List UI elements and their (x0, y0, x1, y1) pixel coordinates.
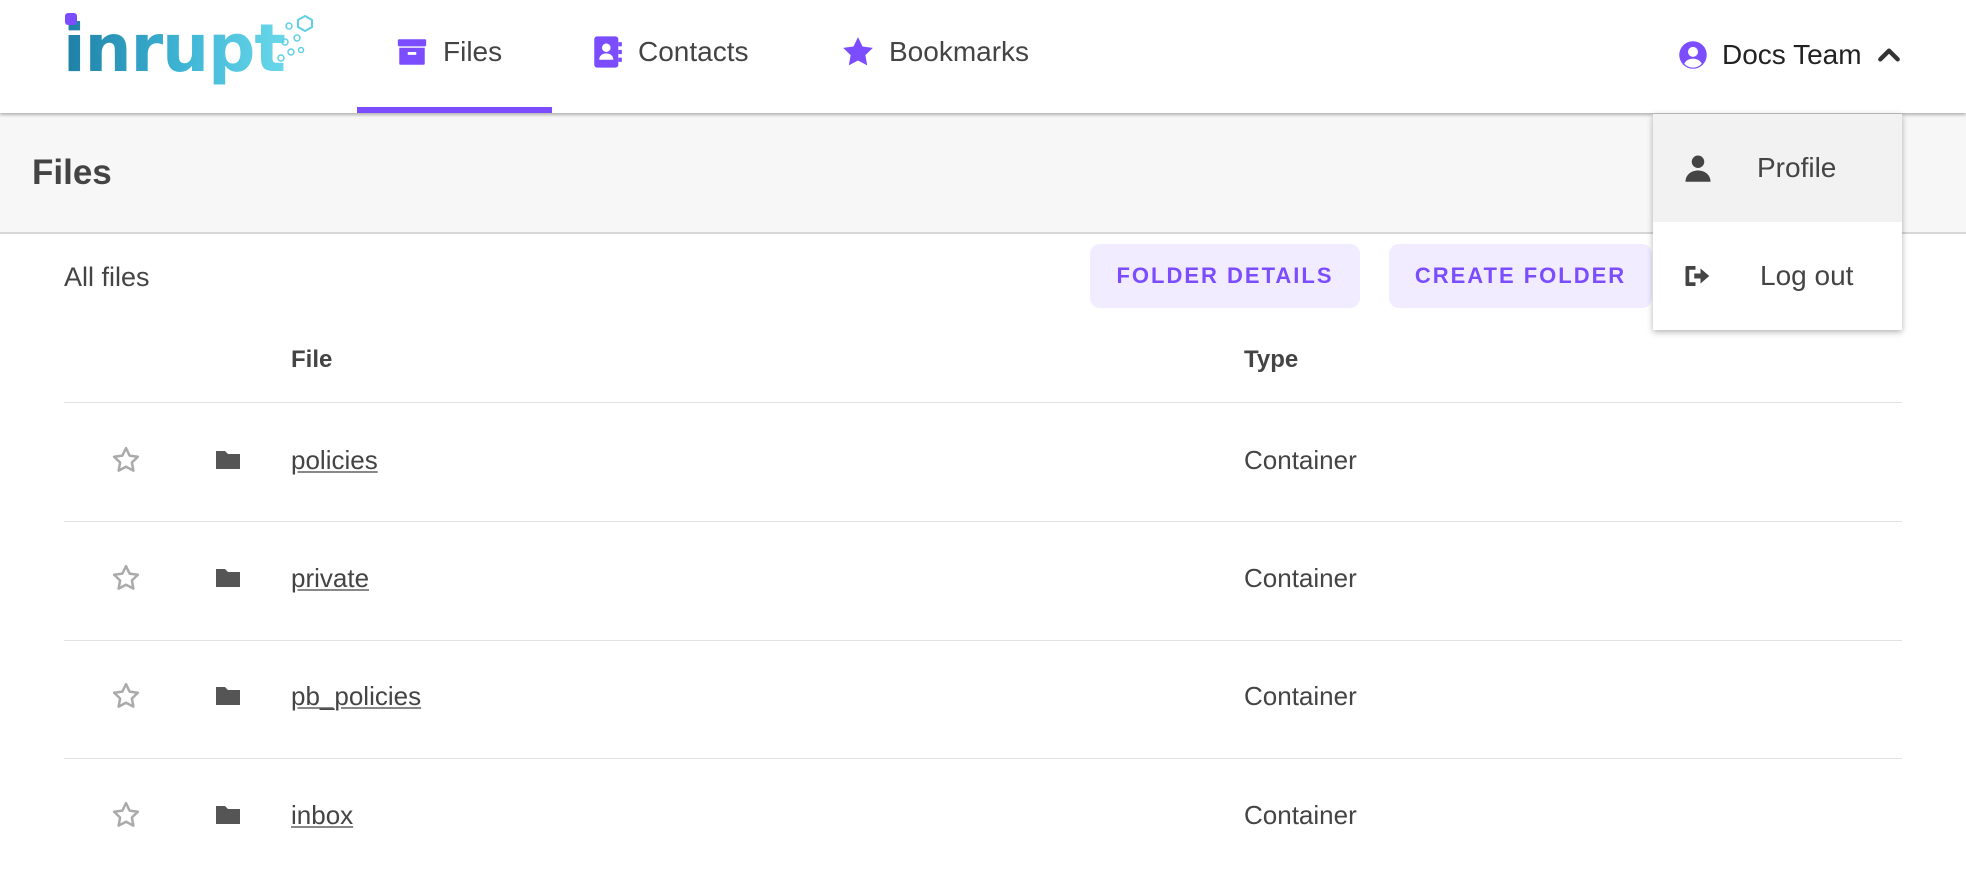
user-icon (1685, 155, 1711, 182)
folder-icon (216, 687, 240, 705)
bookmark-star-icon[interactable] (111, 563, 141, 593)
column-header-file[interactable]: File (291, 346, 332, 374)
bookmark-star-icon[interactable] (111, 800, 141, 830)
user-menu-button[interactable]: Docs Team (1678, 32, 1902, 78)
file-type: Container (1244, 681, 1357, 711)
chevron-up-icon (1877, 48, 1900, 62)
star-icon (843, 36, 873, 65)
folder-icon (216, 806, 240, 824)
menu-item-log-out[interactable]: Log out (1653, 222, 1902, 330)
tab-contacts-label: Contacts (638, 35, 749, 67)
bookmark-star-icon[interactable] (111, 445, 141, 475)
logo-bubbles-icon (277, 14, 313, 62)
inrupt-logo[interactable]: inrupt (63, 10, 313, 88)
address-book-icon (594, 35, 622, 68)
menu-item-log-out-label: Log out (1760, 260, 1854, 291)
file-type: Container (1244, 445, 1357, 475)
file-link[interactable]: inbox (291, 800, 353, 831)
page-title: Files (32, 153, 112, 192)
tab-files-label: Files (443, 35, 503, 67)
folder-details-button[interactable]: FOLDER DETAILS (1090, 244, 1360, 308)
column-header-type[interactable]: Type (1244, 346, 1298, 374)
file-link[interactable]: private (291, 563, 369, 594)
archive-box-icon (397, 38, 427, 65)
table-row: inbox Container (0, 759, 1966, 877)
breadcrumb: All files (64, 262, 150, 292)
table-divider (64, 402, 1902, 403)
file-link[interactable]: policies (291, 445, 378, 476)
top-navbar: inrupt Files Contacts Bookmarks Docs Tea… (0, 0, 1966, 113)
tab-files[interactable]: Files (395, 0, 502, 113)
table-row: policies Container (0, 404, 1966, 522)
user-name: Docs Team (1722, 39, 1862, 70)
folder-icon (216, 569, 240, 587)
file-link[interactable]: pb_policies (291, 681, 421, 712)
table-row: private Container (0, 522, 1966, 640)
tab-bookmarks[interactable]: Bookmarks (841, 0, 1029, 113)
menu-item-profile[interactable]: Profile (1653, 114, 1902, 222)
file-type: Container (1244, 800, 1357, 830)
sign-out-icon (1685, 266, 1710, 286)
user-dropdown-menu: Profile Log out (1653, 114, 1902, 330)
table-row: pb_policies Container (0, 640, 1966, 758)
file-type: Container (1244, 563, 1357, 593)
tab-contacts[interactable]: Contacts (590, 0, 749, 113)
logo-text: inrupt (63, 10, 286, 87)
menu-item-profile-label: Profile (1757, 152, 1837, 183)
tab-bookmarks-label: Bookmarks (889, 35, 1030, 67)
create-folder-button[interactable]: CREATE FOLDER (1389, 244, 1652, 308)
logo-dot (65, 13, 77, 25)
folder-icon (216, 451, 240, 469)
bookmark-star-icon[interactable] (111, 681, 141, 711)
active-tab-indicator (357, 107, 552, 113)
user-circle-icon (1679, 41, 1707, 69)
